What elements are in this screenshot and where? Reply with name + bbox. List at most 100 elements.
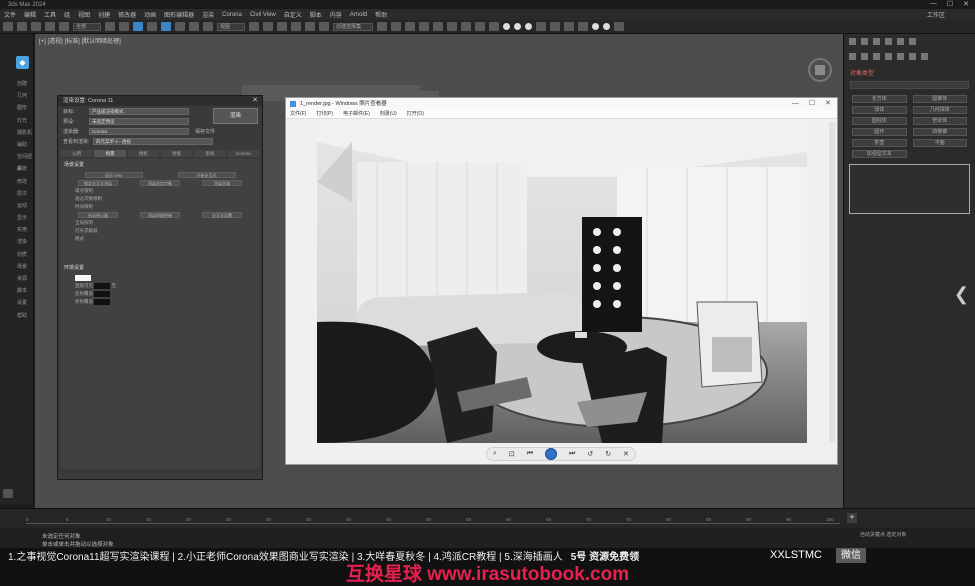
left-dock-item[interactable]: 设置 — [17, 297, 33, 309]
align-icon[interactable] — [391, 22, 401, 31]
curve-editor-icon[interactable] — [419, 22, 429, 31]
layer-icon[interactable] — [405, 22, 415, 31]
utilities-tab-icon[interactable] — [909, 38, 916, 45]
menu-item[interactable]: 内容 — [330, 10, 342, 19]
menu-item[interactable]: Civil View — [250, 12, 276, 18]
left-dock-item[interactable]: 场景 — [17, 261, 33, 273]
menu-item[interactable]: 组 — [64, 10, 70, 19]
viewer-scrollbar[interactable] — [829, 122, 835, 443]
render-icon[interactable] — [489, 22, 499, 31]
actual-size-icon[interactable]: ⊡ — [509, 450, 515, 458]
maximize-icon[interactable]: ☐ — [947, 0, 953, 8]
menu-item[interactable]: 工具 — [44, 10, 56, 19]
direct-none[interactable]: 无 — [112, 283, 117, 288]
object-type-button[interactable]: 长方体 — [852, 95, 907, 103]
display-tab-icon[interactable] — [897, 38, 904, 45]
object-type-dropdown[interactable] — [850, 81, 969, 89]
white-swatch[interactable] — [75, 275, 91, 281]
place-icon[interactable] — [203, 22, 213, 31]
object-type-button[interactable]: 球体 — [852, 106, 907, 114]
unlink-icon[interactable] — [45, 22, 55, 31]
left-dock-item[interactable]: 辅助 — [17, 139, 33, 151]
minimize-icon[interactable]: — — [930, 0, 937, 8]
object-type-button[interactable]: 几何球体 — [912, 106, 967, 114]
show-vfb-button[interactable]: 显示 VFB — [84, 172, 143, 178]
move-icon[interactable] — [161, 22, 171, 31]
start-interactive-button[interactable]: 开始交互式 — [177, 172, 236, 178]
rect-select-icon[interactable] — [133, 22, 143, 31]
corona-light-icon[interactable] — [564, 22, 574, 31]
reflect-swatch[interactable] — [94, 291, 111, 298]
keyboard-shortcut-icon[interactable] — [263, 22, 273, 31]
add-key-icon[interactable]: + — [847, 513, 857, 523]
left-dock-item[interactable]: 资源 — [17, 273, 33, 285]
rotate-icon[interactable] — [175, 22, 185, 31]
left-dock-item[interactable]: 材质 — [17, 249, 33, 261]
corona-sun-icon[interactable] — [603, 23, 610, 30]
schematic-icon[interactable] — [433, 22, 443, 31]
corona-vfb-icon[interactable] — [550, 22, 560, 31]
object-type-button[interactable]: 平面 — [912, 139, 967, 147]
modify-tab-icon[interactable] — [861, 38, 868, 45]
link-icon[interactable] — [31, 22, 41, 31]
left-dock-item[interactable]: 创建 — [17, 78, 33, 90]
menu-item[interactable]: 动画 — [144, 10, 156, 19]
pivot-icon[interactable] — [249, 22, 259, 31]
sphere-icon-2[interactable] — [514, 23, 521, 30]
render-region-button[interactable]: 渲染区域 — [202, 180, 242, 186]
bind-icon[interactable] — [59, 22, 69, 31]
shapes-icon[interactable] — [861, 53, 868, 60]
selection-filter-dropdown[interactable]: 全部 — [73, 22, 101, 31]
left-dock-item[interactable]: 层次 — [17, 188, 33, 200]
dialog-tab[interactable]: 相机 — [127, 150, 159, 157]
left-dock-item[interactable]: 图形 — [17, 102, 33, 114]
viewer-menu-item[interactable]: 打印(P) — [316, 110, 333, 118]
viewer-menu-item[interactable]: 刻录(U) — [380, 110, 397, 118]
save-file-checkbox[interactable]: 保存文件 — [195, 128, 215, 135]
left-dock-item[interactable]: 脚本 — [17, 285, 33, 297]
dialog-tab[interactable]: 性能 — [160, 150, 193, 157]
menu-item[interactable]: 文件 — [4, 10, 16, 19]
menu-item[interactable]: 编辑 — [24, 10, 36, 19]
corona-proxy-icon[interactable] — [614, 22, 624, 31]
sphere-icon-3[interactable] — [525, 23, 532, 30]
select-by-name-icon[interactable] — [119, 22, 129, 31]
renderer-dropdown[interactable]: Corona — [89, 127, 189, 135]
quality-control-button[interactable]: 渲染质量控制 — [140, 212, 180, 218]
target-dropdown[interactable]: 产品级渲染模式 — [89, 107, 189, 115]
dialog-tab[interactable]: 场景 — [94, 150, 126, 157]
minimize-icon[interactable]: — — [792, 98, 799, 110]
render-button[interactable]: 渲染 — [213, 108, 258, 124]
reference-coord-dropdown[interactable]: 视图 — [217, 22, 245, 31]
left-dock-item[interactable]: 几何 — [17, 90, 33, 102]
interactive-settings-button[interactable]: 交互式设置 — [202, 212, 242, 218]
start-stop-button[interactable]: 启动停止器 — [78, 212, 118, 218]
view-dropdown[interactable]: 四元菜单 4 - 透视 — [93, 137, 213, 145]
menu-item[interactable]: Arnold — [350, 12, 367, 18]
left-dock-item[interactable]: 系统 — [17, 163, 33, 175]
object-type-button[interactable]: 圆柱体 — [852, 117, 907, 125]
spacewarps-icon[interactable] — [909, 53, 916, 60]
rendered-image[interactable] — [317, 122, 807, 443]
menu-item[interactable]: 帮助 — [375, 10, 387, 19]
next-icon[interactable]: ⏭ — [569, 450, 575, 458]
left-dock-item[interactable]: 运动 — [17, 200, 33, 212]
rotate-right-icon[interactable]: ↻ — [605, 450, 611, 458]
dialog-tab[interactable]: Corona Converter — [227, 150, 259, 163]
create-tab-icon[interactable] — [849, 38, 856, 45]
menu-item[interactable]: 视图 — [78, 10, 90, 19]
dialog-tab[interactable]: 公用 — [61, 150, 93, 157]
object-type-button[interactable]: 加强型文本 — [852, 150, 907, 158]
workspace-selector[interactable]: 工作区 — [927, 10, 945, 19]
select-icon[interactable] — [105, 22, 115, 31]
corona-icon[interactable] — [536, 22, 546, 31]
spinner-snap-icon[interactable] — [319, 22, 329, 31]
named-selection-dropdown[interactable]: 创建选择集 — [333, 22, 373, 31]
delete-icon[interactable]: ✕ — [623, 450, 629, 458]
scene-section-header[interactable]: 场景设置 — [61, 159, 259, 170]
motion-tab-icon[interactable] — [885, 38, 892, 45]
maximize-icon[interactable]: ☐ — [809, 98, 815, 110]
object-type-button[interactable]: 圆环 — [852, 128, 907, 136]
scale-icon[interactable] — [189, 22, 199, 31]
dock-expand-icon[interactable] — [3, 489, 13, 498]
